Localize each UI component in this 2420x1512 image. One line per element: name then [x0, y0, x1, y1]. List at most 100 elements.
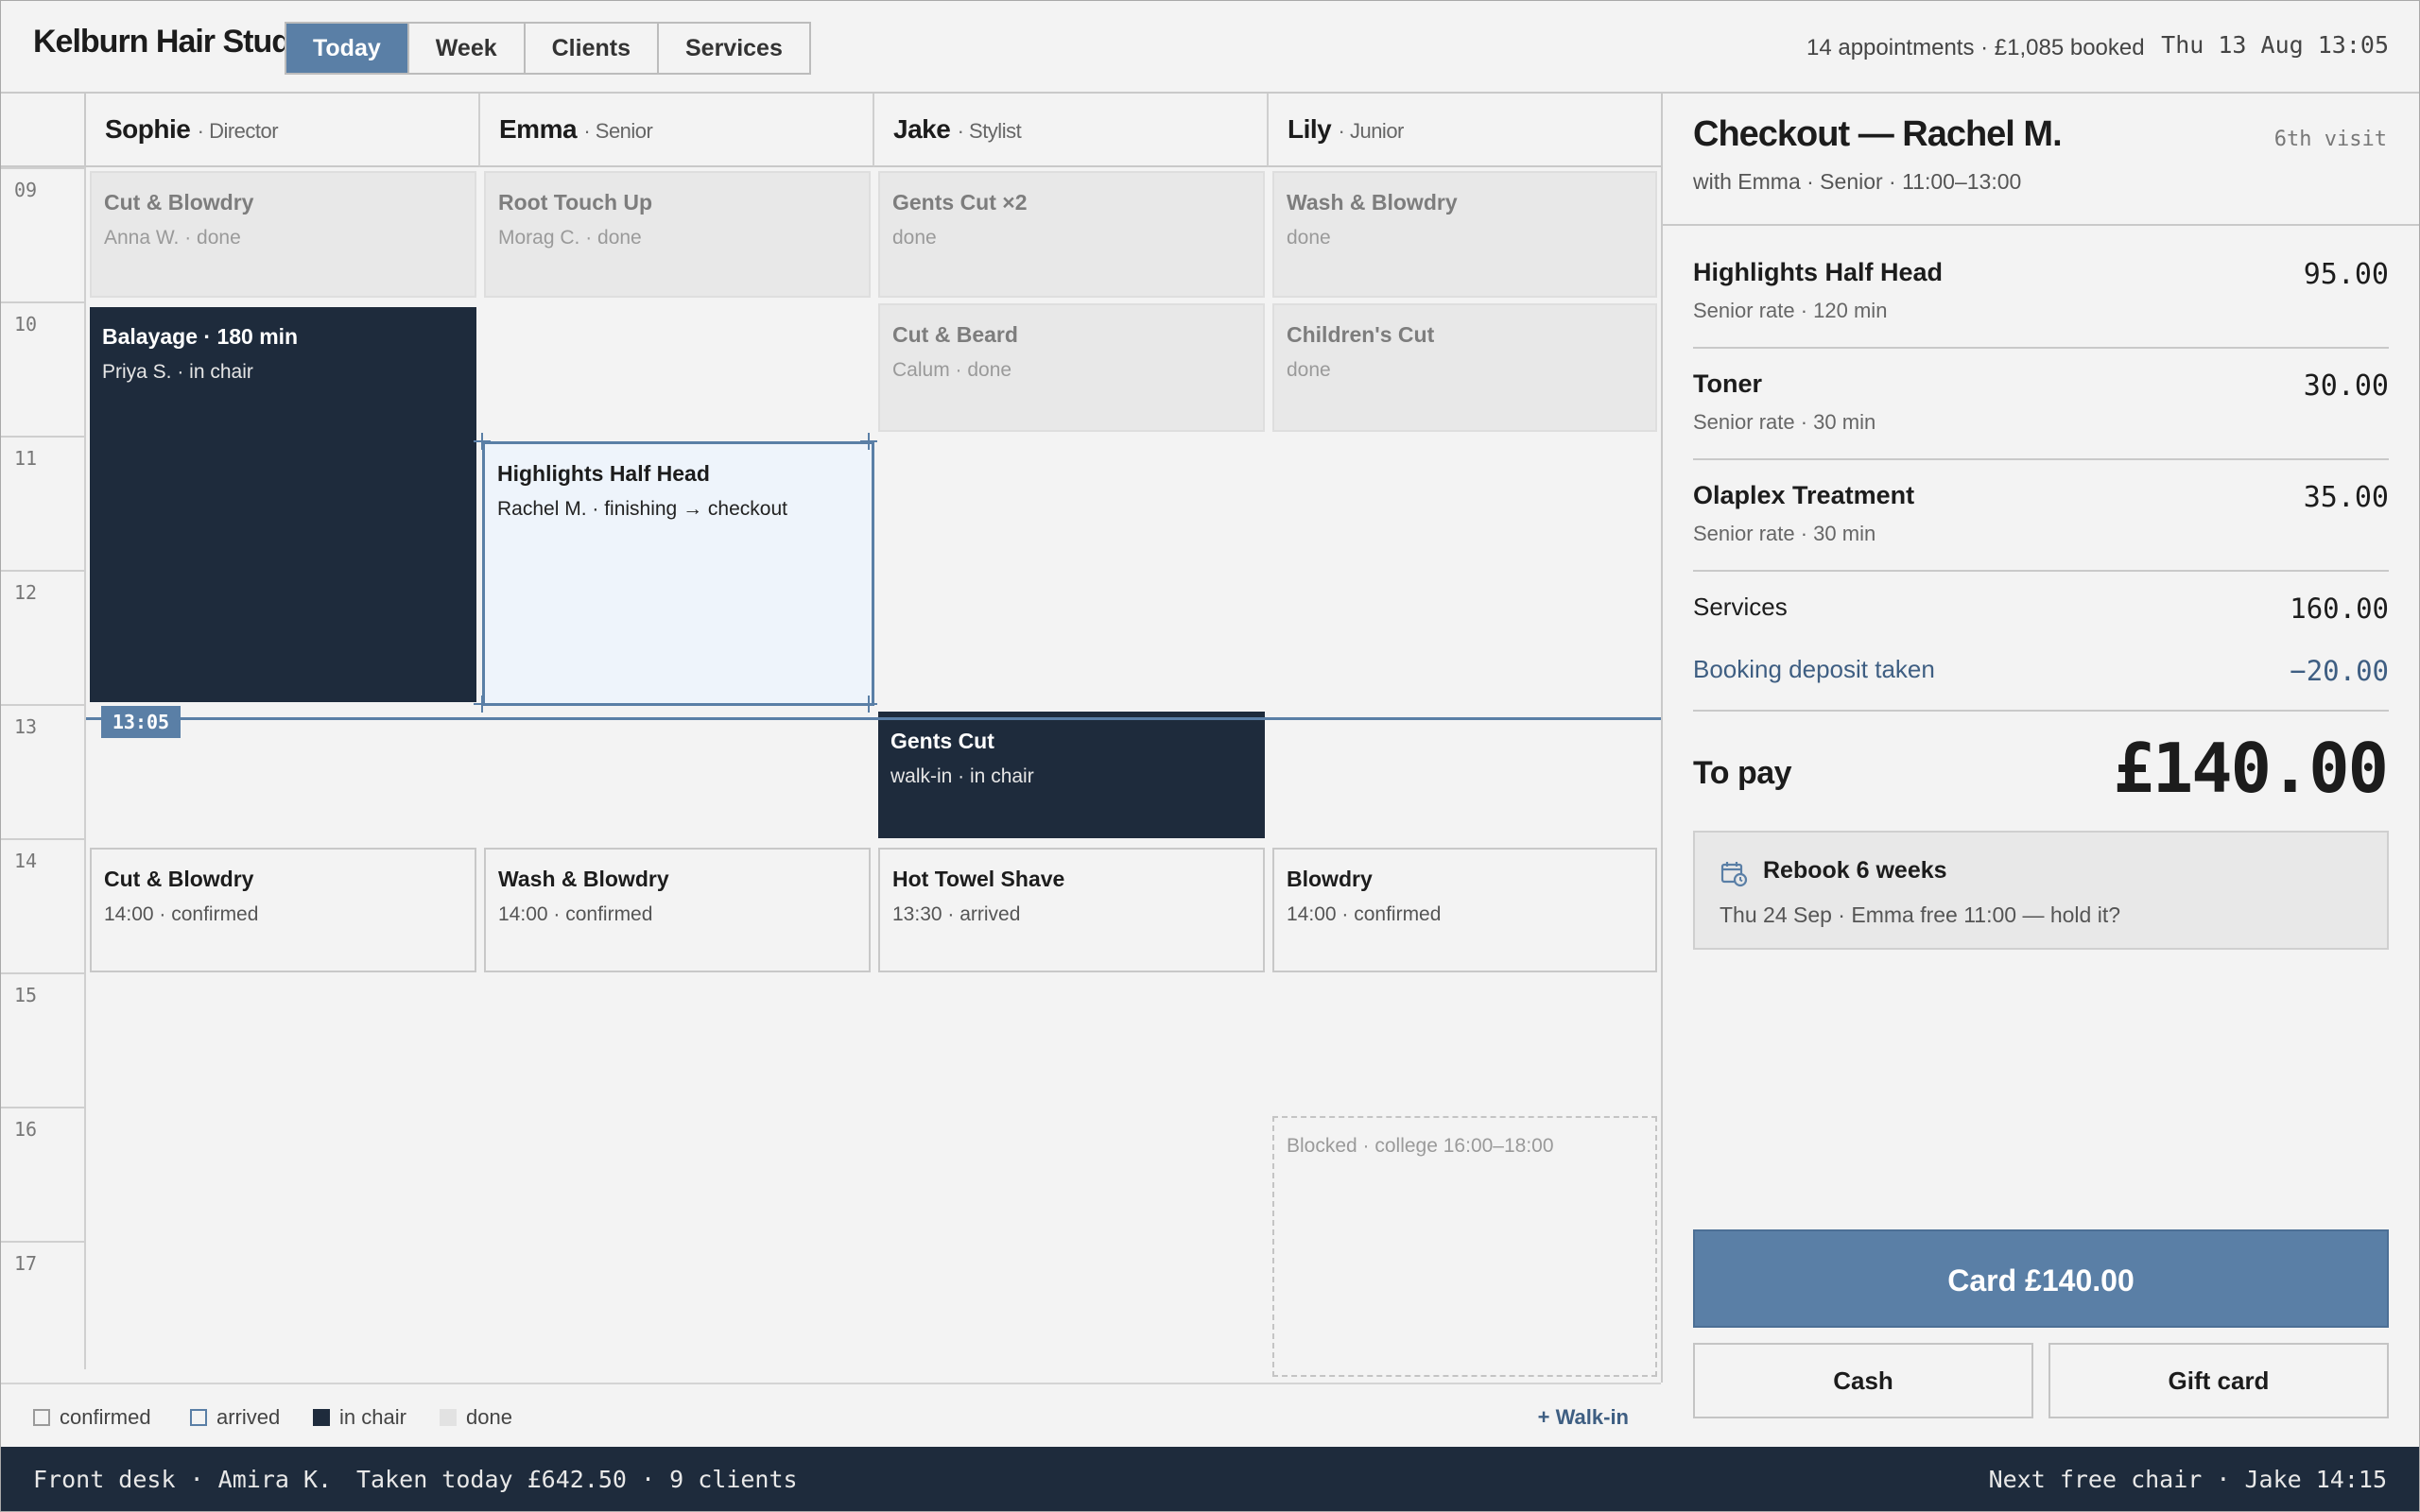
legend-arrived: arrived	[190, 1405, 280, 1430]
appointment-card[interactable]: Wash & Blowdry done	[1272, 171, 1657, 298]
appointment-title: Cut & Beard	[892, 322, 1018, 347]
selected-appointment-card[interactable]: Highlights Half Head Rachel M. · finishi…	[482, 441, 874, 706]
appointment-detail: 13:30 · arrived	[892, 903, 1021, 925]
booking-summary: 14 appointments · £1,085 booked	[1806, 35, 2145, 60]
stylist-column-emma: Emma · Senior	[480, 94, 874, 167]
day-schedule: Sophie · Director Emma · Senior Jake · S…	[1, 94, 1663, 1429]
service-line-item[interactable]: Highlights Half Head Senior rate · 120 m…	[1693, 258, 2389, 323]
app-window: Kelburn Hair Studio Today Week Clients S…	[0, 0, 2420, 1512]
blocked-label: Blocked · college 16:00–18:00	[1287, 1135, 1554, 1157]
main-nav: Today Week Clients Services	[285, 22, 811, 75]
rebook-title: Rebook 6 weeks	[1763, 857, 1947, 884]
appointment-detail: 14:00 · confirmed	[104, 903, 259, 925]
tab-today[interactable]: Today	[286, 24, 409, 73]
appointment-card[interactable]: Cut & Blowdry Anna W. · done	[90, 171, 476, 298]
hour-label: 13	[1, 704, 86, 838]
appointment-card[interactable]: Gents Cut ×2 done	[878, 171, 1265, 298]
deposit-row: Booking deposit taken −20.00	[1693, 655, 2389, 687]
tab-clients[interactable]: Clients	[526, 24, 659, 73]
services-label: Services	[1693, 593, 1788, 621]
service-name: Highlights Half Head	[1693, 258, 1944, 286]
appointment-card[interactable]: Cut & Blowdry 14:00 · confirmed	[90, 848, 476, 972]
hour-label: 15	[1, 972, 86, 1107]
appointment-card[interactable]: Cut & Beard Calum · done	[878, 303, 1265, 432]
hour-label: 10	[1, 301, 86, 436]
resize-handle-bottom-right[interactable]	[860, 696, 877, 713]
divider	[1693, 710, 2389, 712]
current-datetime: Thu 13 Aug 13:05	[2161, 31, 2389, 59]
divider	[1693, 347, 2389, 349]
hour-label: 11	[1, 436, 86, 570]
blocked-time-slot[interactable]: Blocked · college 16:00–18:00	[1272, 1116, 1657, 1377]
hour-label: 16	[1, 1107, 86, 1241]
status-legend: confirmed arrived in chair done + Walk-i…	[1, 1383, 1661, 1447]
appointment-card[interactable]: Wash & Blowdry 14:00 · confirmed	[484, 848, 871, 972]
appointment-detail: Calum · done	[892, 359, 1012, 381]
appointment-title: Gents Cut	[890, 729, 994, 753]
pay-card-button[interactable]: Card £140.00	[1693, 1229, 2389, 1328]
deposit-label: Booking deposit taken	[1693, 655, 1935, 683]
checkout-subtitle: with Emma · Senior · 11:00–13:00	[1693, 169, 2022, 194]
appointment-detail: 14:00 · confirmed	[1287, 903, 1442, 925]
service-amount: 95.00	[2303, 258, 2389, 291]
appointment-title: Gents Cut ×2	[892, 190, 1028, 215]
to-pay-label: To pay	[1693, 755, 1792, 791]
stylist-name: Sophie	[105, 114, 191, 144]
hour-label: 12	[1, 570, 86, 704]
appointment-card[interactable]: Balayage · 180 min Priya S. · in chair	[90, 307, 476, 702]
stylist-role: · Senior	[583, 119, 653, 143]
pay-giftcard-button[interactable]: Gift card	[2048, 1343, 2389, 1418]
service-amount: 35.00	[2303, 481, 2389, 514]
rebook-suggestion[interactable]: Rebook 6 weeks Thu 24 Sep · Emma free 11…	[1693, 831, 2389, 950]
service-line-item[interactable]: Olaplex Treatment Senior rate · 30 min 3…	[1693, 481, 2389, 546]
appointment-detail: Morag C. · done	[498, 227, 642, 249]
appointment-detail: Anna W. · done	[104, 227, 241, 249]
service-name: Olaplex Treatment	[1693, 481, 1915, 509]
stylist-role: · Junior	[1338, 119, 1405, 143]
resize-handle-top-right[interactable]	[860, 433, 877, 450]
appointment-detail: Priya S. · in chair	[102, 361, 253, 383]
appointment-title: Cut & Blowdry	[104, 190, 254, 215]
appointment-card[interactable]: Root Touch Up Morag C. · done	[484, 171, 871, 298]
appointment-detail: done	[1287, 227, 1331, 249]
top-bar: Kelburn Hair Studio Today Week Clients S…	[1, 1, 2419, 94]
appointment-detail: done	[892, 227, 937, 249]
add-walkin-button[interactable]: + Walk-in	[1538, 1405, 1629, 1430]
service-rate: Senior rate · 30 min	[1693, 410, 1876, 434]
appointment-detail: 14:00 · confirmed	[498, 903, 653, 925]
pay-cash-button[interactable]: Cash	[1693, 1343, 2033, 1418]
resize-handle-bottom-left[interactable]	[474, 696, 491, 713]
front-desk-user: Front desk · Amira K.	[33, 1466, 333, 1493]
resize-handle-top-left[interactable]	[474, 433, 491, 450]
appointment-card[interactable]: Blowdry 14:00 · confirmed	[1272, 848, 1657, 972]
legend-confirmed: confirmed	[33, 1405, 151, 1430]
service-line-item[interactable]: Toner Senior rate · 30 min 30.00	[1693, 369, 2389, 435]
service-name: Toner	[1693, 369, 1762, 398]
stylist-column-sophie: Sophie · Director	[86, 94, 480, 167]
stylist-role: · Stylist	[957, 119, 1022, 143]
hour-label: 17	[1, 1241, 86, 1375]
tab-week[interactable]: Week	[409, 24, 526, 73]
appointment-card[interactable]: Children's Cut done	[1272, 303, 1657, 432]
checkout-title: Checkout — Rachel M.	[1693, 114, 2063, 154]
stylist-name: Jake	[893, 114, 951, 144]
stylist-name: Emma	[499, 114, 578, 144]
studio-name: Kelburn Hair Studio	[33, 24, 318, 60]
appointment-detail: walk-in · in chair	[890, 765, 1034, 787]
next-free-chair: Next free chair · Jake 14:15	[1988, 1466, 2387, 1493]
divider	[1693, 458, 2389, 460]
status-bar: Front desk · Amira K. Taken today £642.5…	[1, 1447, 2419, 1511]
checkout-panel: Checkout — Rachel M. 6th visit with Emma…	[1663, 94, 2419, 1447]
appointment-detail: Rachel M. · finishing → checkout	[497, 498, 787, 520]
services-subtotal-row: Services 160.00	[1693, 593, 2389, 625]
time-gutter-header	[1, 94, 86, 167]
appointment-title: Wash & Blowdry	[498, 867, 669, 891]
service-amount: 30.00	[2303, 369, 2389, 403]
tab-services[interactable]: Services	[659, 24, 809, 73]
stylist-column-jake: Jake · Stylist	[874, 94, 1269, 167]
to-pay-amount: £140.00	[2113, 729, 2389, 808]
appointment-card[interactable]: Hot Towel Shave 13:30 · arrived	[878, 848, 1265, 972]
service-rate: Senior rate · 30 min	[1693, 522, 1876, 545]
stylist-column-lily: Lily · Junior	[1269, 94, 1661, 167]
appointment-card[interactable]: Gents Cut walk-in · in chair	[878, 712, 1265, 838]
